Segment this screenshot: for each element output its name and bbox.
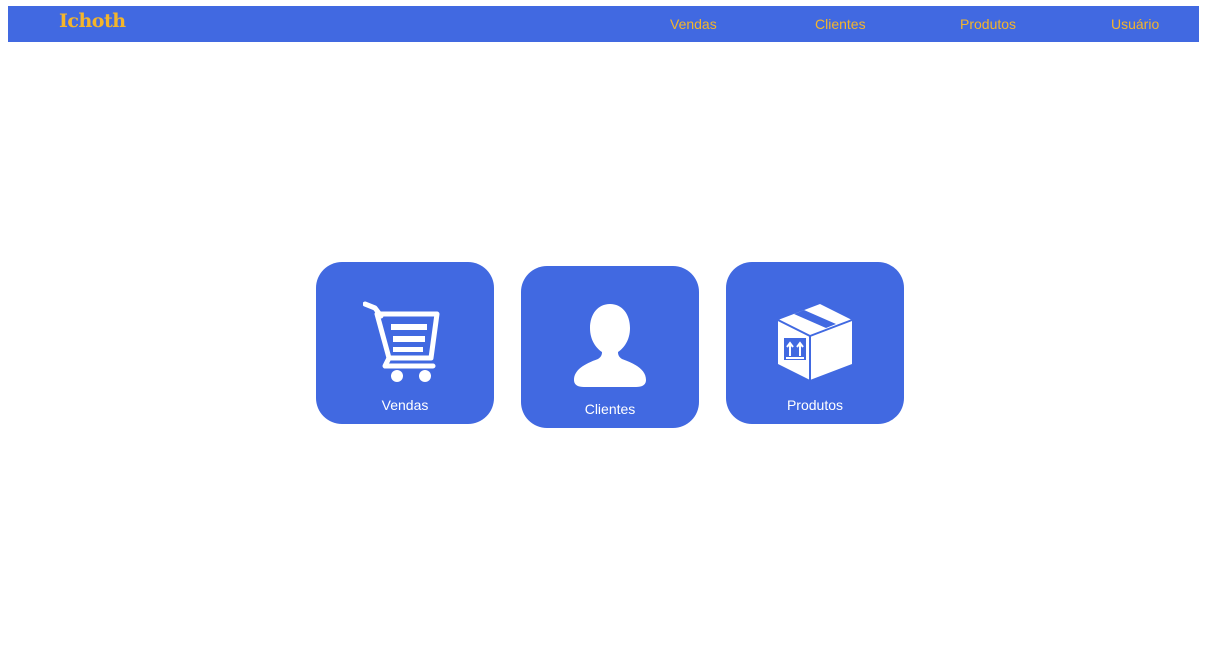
clientes-card-label: Clientes <box>584 401 636 417</box>
vendas-card[interactable]: Vendas <box>316 262 494 424</box>
produtos-card-label: Produtos <box>786 397 844 413</box>
clientes-card[interactable]: Clientes <box>521 266 699 428</box>
dashboard-cards: Vendas Clientes Produtos <box>0 0 1219 669</box>
produtos-card[interactable]: Produtos <box>726 262 904 424</box>
page: Ichoth Vendas Clientes Produtos Usuário <box>0 0 1219 669</box>
package-box-icon <box>726 298 904 384</box>
user-silhouette-icon <box>521 302 699 388</box>
vendas-card-label: Vendas <box>381 397 429 413</box>
shopping-cart-icon <box>316 300 494 386</box>
